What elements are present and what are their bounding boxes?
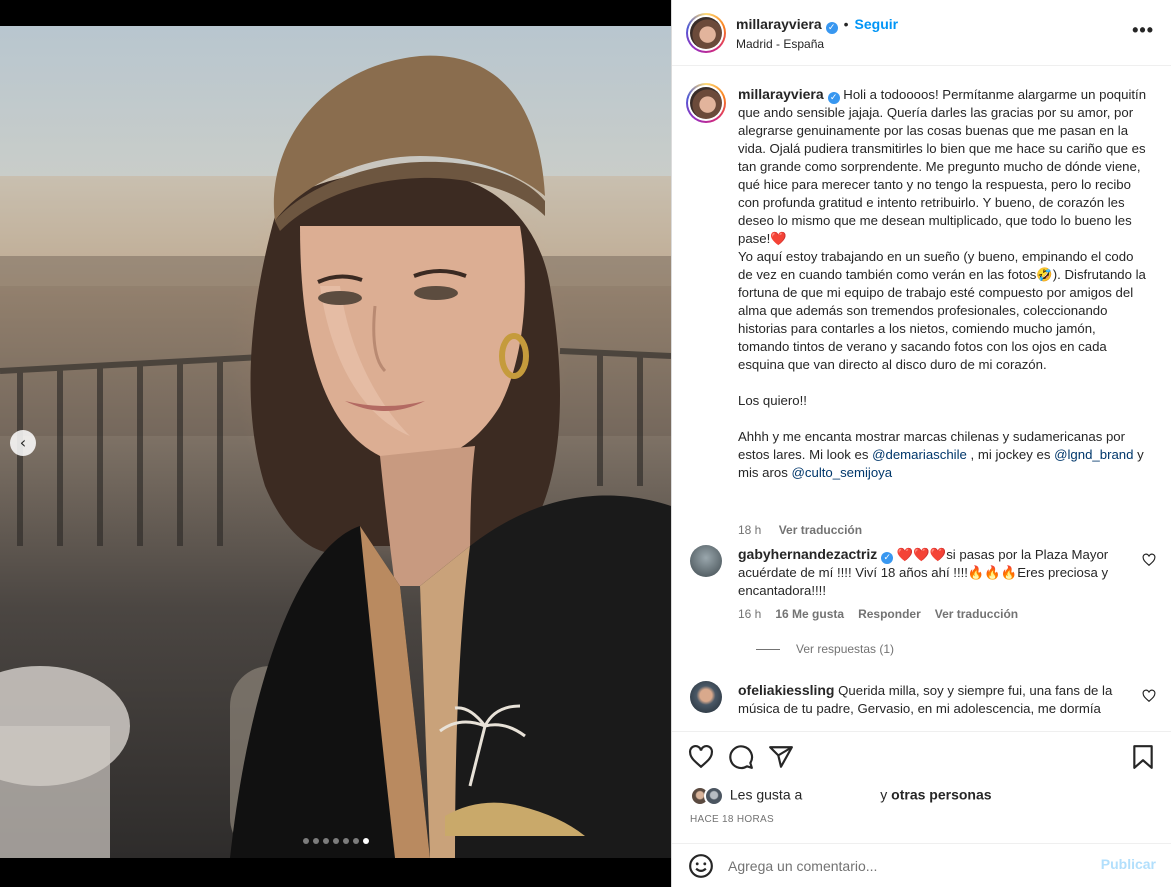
comment-composer: Publicar (672, 843, 1171, 887)
post-location[interactable]: Madrid - España (736, 37, 824, 51)
view-replies-button[interactable]: Ver respuestas (1) (756, 642, 894, 656)
commenter-username[interactable]: ofeliakiessling (738, 682, 834, 698)
caption-paragraph-4: Ahhh y me encanta mostrar marcas chilena… (738, 429, 1148, 480)
mention-link[interactable]: @lgnd_brand (1054, 447, 1133, 462)
caption-text: millarayviera ✓ Holi a todoooos! Permítan… (738, 85, 1148, 482)
likes-suffix: y otras personas (880, 786, 992, 803)
mention-link[interactable]: @demariaschile (872, 447, 967, 462)
comment-time: 16 h (738, 607, 762, 621)
likes-prefix: Les gusta a (729, 786, 803, 803)
caption-time: 18 h (738, 523, 762, 537)
follow-button[interactable]: Seguir (855, 16, 899, 32)
commenter-avatar[interactable] (690, 545, 722, 577)
verified-badge-icon: ✓ (825, 22, 838, 34)
comment-like-heart-icon[interactable] (1142, 689, 1156, 703)
likes-summary[interactable]: Les gusta a y otras personas (690, 786, 992, 808)
commenter-avatar[interactable] (690, 681, 722, 713)
carousel-dot[interactable] (302, 838, 309, 844)
carousel-dot[interactable] (332, 838, 339, 844)
post-side-panel: millarayviera ✓ • Seguir Madrid - España ••… (671, 0, 1171, 887)
author-avatar[interactable] (686, 13, 726, 53)
emoji-icon[interactable] (688, 853, 714, 879)
comment-text: gabyhernandezactriz ✓ ❤️❤️❤️si pasas por … (738, 546, 1109, 598)
publish-button[interactable]: Publicar (1101, 856, 1156, 872)
verified-badge-icon: ✓ (827, 92, 840, 104)
post-photo[interactable]: ‹ (0, 26, 671, 858)
bookmark-icon[interactable] (1130, 744, 1156, 770)
post-modal: ‹ millarayviera ✓ • Seguir Madrid - España … (0, 0, 1171, 887)
comment-meta: 16 h 16 Me gusta Responder Ver traducción (738, 607, 1032, 621)
carousel-dot-active[interactable] (362, 838, 369, 844)
more-options-icon[interactable]: ••• (1132, 20, 1154, 41)
carousel-dot[interactable] (312, 838, 319, 844)
liker-avatars (690, 786, 726, 806)
like-heart-icon[interactable] (688, 744, 714, 770)
comments-section[interactable]: millarayviera ✓ Holi a todoooos! Permítan… (672, 67, 1171, 731)
comment-like-heart-icon[interactable] (1142, 553, 1156, 567)
caption-see-translation[interactable]: Ver traducción (779, 523, 862, 537)
caption-paragraph-1: Holi a todoooos! Permítanme alargarme un… (738, 87, 1150, 246)
caption-paragraph-3: Los quiero!! (738, 393, 807, 408)
caption-paragraph-2: Yo aquí estoy trabajando en un sueño (y … (738, 249, 1150, 372)
comment-bubble-icon[interactable] (728, 744, 754, 770)
carousel-dot[interactable] (322, 838, 329, 844)
comment-text: ofeliakiessling Querida milla, soy y sie… (738, 682, 1113, 716)
comment-input[interactable] (728, 852, 1088, 880)
carousel-prev-button[interactable]: ‹ (10, 430, 36, 456)
carousel-dot[interactable] (342, 838, 349, 844)
post-actions: Les gusta a y otras personas HACE 18 HORA… (672, 731, 1171, 843)
verified-badge-icon: ✓ (881, 552, 894, 564)
comment-see-translation[interactable]: Ver traducción (935, 607, 1018, 621)
selfie-illustration (0, 55, 671, 858)
header-author-line: millarayviera ✓ • Seguir (736, 16, 898, 34)
caption-author-avatar[interactable] (686, 83, 726, 123)
share-send-icon[interactable] (768, 744, 794, 770)
carousel-dots (0, 838, 671, 844)
comment-likes-count[interactable]: 16 Me gusta (775, 607, 844, 621)
commenter-username[interactable]: gabyhernandezactriz (738, 546, 877, 562)
post-time-ago: HACE 18 HORAS (690, 814, 774, 825)
carousel-dot[interactable] (352, 838, 359, 844)
comment-reply-button[interactable]: Responder (858, 607, 921, 621)
author-username[interactable]: millarayviera (736, 16, 822, 32)
caption-username[interactable]: millarayviera (738, 86, 824, 102)
post-header: millarayviera ✓ • Seguir Madrid - España ••… (672, 0, 1171, 66)
header-separator: • (843, 16, 849, 32)
mention-link[interactable]: @culto_semijoya (792, 465, 893, 480)
caption-meta: 18 h Ver traducción (738, 523, 862, 537)
